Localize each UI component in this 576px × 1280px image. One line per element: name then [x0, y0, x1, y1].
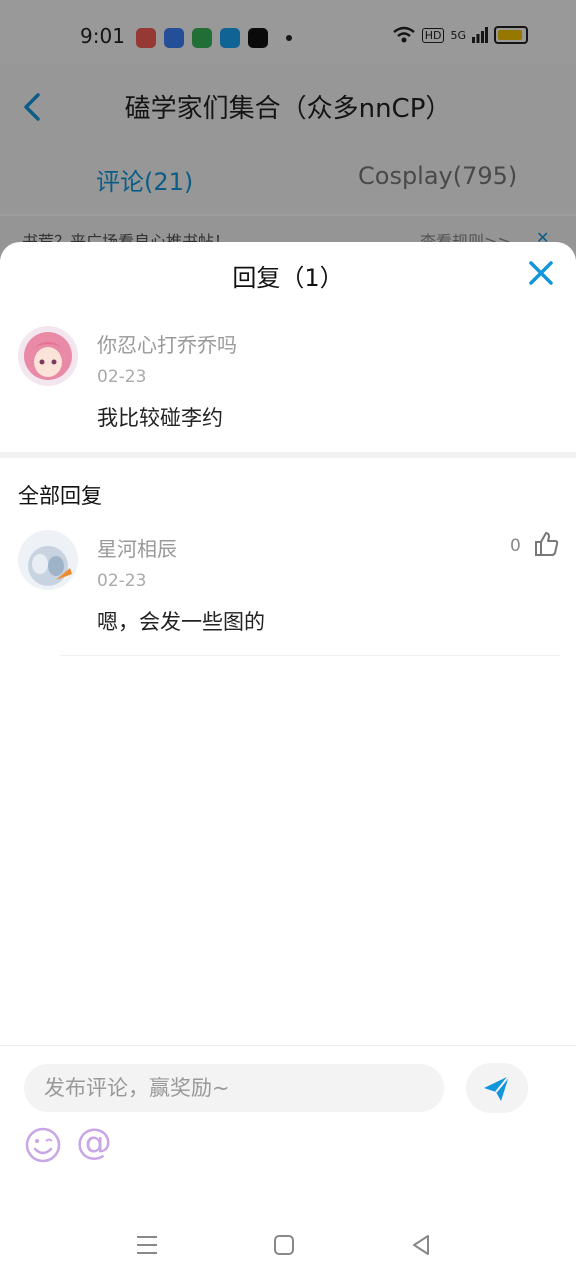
back-icon[interactable] [408, 1232, 434, 1258]
comment-input[interactable] [24, 1064, 444, 1112]
divider [0, 452, 576, 458]
menu-icon[interactable] [134, 1232, 160, 1258]
send-button[interactable] [466, 1063, 528, 1113]
send-icon [484, 1075, 510, 1101]
emoji-icon[interactable] [24, 1126, 62, 1164]
avatar-pink-hair-image [18, 326, 78, 386]
close-icon[interactable] [526, 258, 556, 288]
comment-date: 02-23 [97, 367, 147, 387]
avatar-bunny-ears-image [18, 530, 78, 590]
avatar[interactable] [18, 530, 78, 590]
reply-username[interactable]: 星河相辰 [97, 533, 177, 562]
thumbs-up-icon[interactable] [532, 530, 560, 558]
all-replies-heading: 全部回复 [18, 484, 102, 508]
row-divider [60, 655, 560, 656]
avatar[interactable] [18, 326, 78, 386]
sheet-title: 回复（1） [232, 264, 344, 292]
mention-button[interactable]: @ [76, 1122, 112, 1163]
comment-text: 我比较碰李约 [97, 406, 223, 430]
modal-overlay[interactable] [0, 0, 576, 260]
comment-username[interactable]: 你忍心打乔乔吗 [97, 329, 237, 358]
like-count: 0 [510, 536, 521, 556]
home-icon[interactable] [271, 1232, 297, 1258]
reply-date: 02-23 [97, 571, 147, 591]
reply-text: 嗯，会发一些图的 [97, 610, 265, 634]
